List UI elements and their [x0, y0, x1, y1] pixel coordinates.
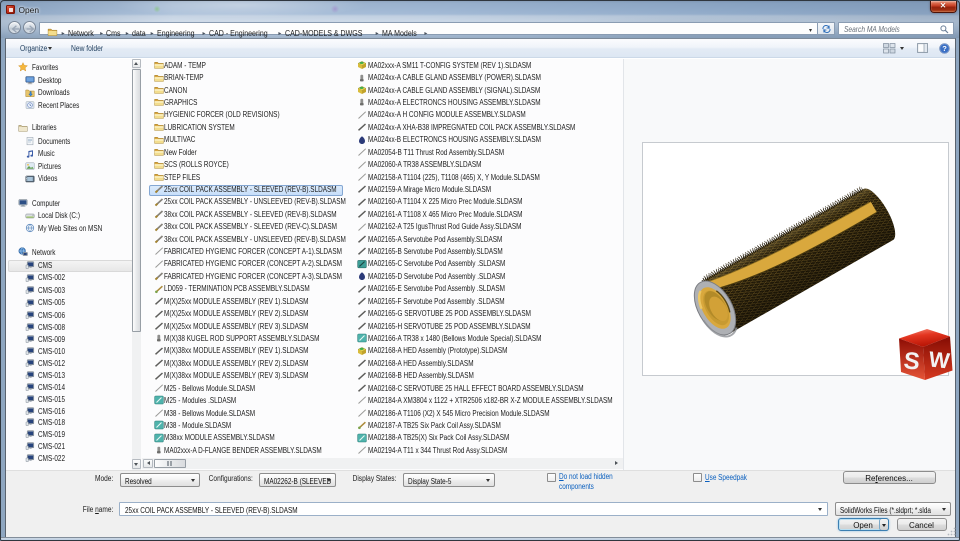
svg-text:?: ? — [942, 44, 947, 53]
svg-text:W: W — [927, 346, 950, 373]
svg-text:S: S — [902, 347, 921, 376]
